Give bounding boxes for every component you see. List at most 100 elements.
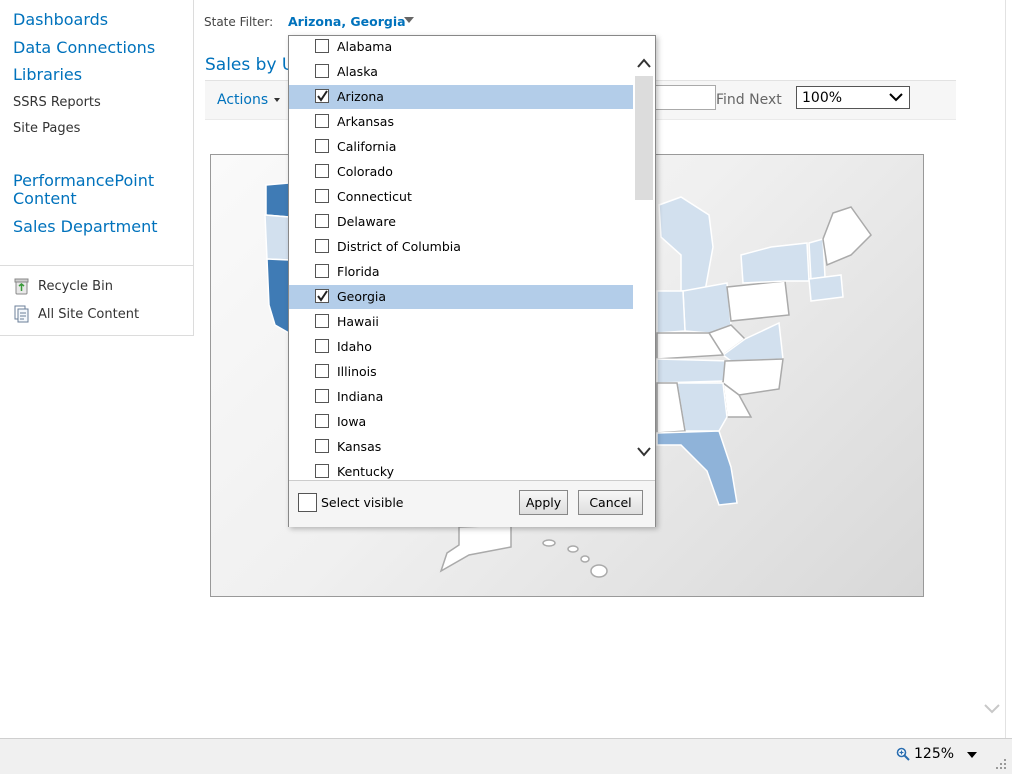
scroll-down-icon[interactable] [636, 446, 652, 458]
find-text-input[interactable] [654, 85, 716, 110]
state-option-label: Kentucky [337, 464, 395, 479]
checkbox[interactable] [315, 239, 329, 253]
checkbox[interactable] [315, 64, 329, 78]
state-option-label: Hawaii [337, 314, 379, 329]
checkbox[interactable] [315, 214, 329, 228]
checkbox[interactable] [315, 139, 329, 153]
checkbox[interactable] [315, 314, 329, 328]
state-filter-value[interactable]: Arizona, Georgia [288, 14, 406, 29]
state-option[interactable]: Florida [289, 260, 633, 284]
state-option-label: Idaho [337, 339, 372, 354]
nav-divider [0, 265, 193, 266]
nav-all-site-content[interactable]: All Site Content [13, 305, 139, 323]
nav-link-performancepoint-content[interactable]: PerformancePoint Content [13, 172, 183, 208]
zoom-magnifier-icon [896, 747, 910, 761]
state-option-label: Colorado [337, 164, 393, 179]
zoom-select[interactable]: 100% [796, 86, 910, 109]
map-region-maine [822, 206, 872, 267]
browser-status-bar: 125% [0, 738, 1012, 774]
state-option-label: California [337, 139, 397, 154]
select-visible-checkbox[interactable] [298, 493, 317, 512]
checkmark-icon [317, 290, 328, 302]
nav-link-site-pages[interactable]: Site Pages [13, 121, 80, 136]
state-option-label: Alaska [337, 64, 378, 79]
state-option-label: Florida [337, 264, 380, 279]
checkbox[interactable] [315, 414, 329, 428]
recycle-bin-icon [13, 277, 30, 295]
state-option[interactable]: Georgia [289, 285, 633, 309]
state-option[interactable]: Illinois [289, 360, 633, 384]
map-region-california [266, 258, 290, 335]
state-option-label: District of Columbia [337, 239, 461, 254]
checkbox[interactable] [315, 39, 329, 53]
zoom-level-control[interactable]: 125% [896, 746, 954, 762]
checkbox[interactable] [315, 264, 329, 278]
checkbox-checked[interactable] [315, 89, 329, 103]
checkbox[interactable] [315, 189, 329, 203]
state-option[interactable]: Connecticut [289, 185, 633, 209]
checkbox[interactable] [315, 389, 329, 403]
map-region-hawaii-2 [567, 545, 579, 553]
state-option[interactable]: Alaska [289, 60, 633, 84]
map-region-new-york [740, 242, 810, 284]
map-region-hawaii-3 [580, 555, 590, 563]
checkbox[interactable] [315, 364, 329, 378]
nav-link-sales-department[interactable]: Sales Department [13, 218, 158, 236]
state-option-label: Illinois [337, 364, 377, 379]
find-next-button[interactable]: Find Next [716, 92, 782, 108]
apply-button[interactable]: Apply [519, 490, 568, 515]
nav-link-libraries[interactable]: Libraries [13, 66, 82, 84]
page-scrollbar[interactable] [1005, 0, 1012, 738]
map-region-washington [265, 182, 290, 218]
state-option[interactable]: Kansas [289, 435, 633, 459]
state-option[interactable]: Arkansas [289, 110, 633, 134]
map-region-ohio [682, 282, 732, 334]
state-option[interactable]: Iowa [289, 410, 633, 434]
zoom-dropdown-icon[interactable] [967, 752, 977, 758]
checkbox[interactable] [315, 464, 329, 478]
state-option-label: Indiana [337, 389, 384, 404]
state-option[interactable]: Hawaii [289, 310, 633, 334]
nav-link-dashboards[interactable]: Dashboards [13, 11, 108, 29]
state-option-list: Alabama Alaska Arizona Arkansas California Co… [289, 36, 634, 480]
state-option[interactable]: Arizona [289, 85, 633, 109]
zoom-select-value: 100% [802, 90, 843, 106]
left-navigation: Dashboards Data Connections Libraries SS… [0, 0, 194, 336]
checkbox[interactable] [315, 439, 329, 453]
actions-menu[interactable]: Actions [217, 92, 281, 108]
state-filter-dropdown: Alabama Alaska Arizona Arkansas California Co… [288, 35, 656, 527]
nav-recycle-bin[interactable]: Recycle Bin [13, 277, 113, 295]
checkbox[interactable] [315, 164, 329, 178]
cancel-button[interactable]: Cancel [578, 490, 643, 515]
state-option[interactable]: Alabama [289, 36, 633, 59]
checkbox[interactable] [315, 339, 329, 353]
state-option[interactable]: District of Columbia [289, 235, 633, 259]
recycle-bin-label: Recycle Bin [38, 278, 113, 294]
page-scroll-down-icon[interactable] [983, 702, 1001, 716]
actions-label: Actions [217, 92, 269, 108]
checkbox-checked[interactable] [315, 289, 329, 303]
dropdown-scrollbar[interactable] [634, 36, 654, 480]
state-option-label: Alabama [337, 39, 393, 54]
checkbox[interactable] [315, 114, 329, 128]
select-visible-label: Select visible [321, 495, 404, 510]
state-option[interactable]: Idaho [289, 335, 633, 359]
state-filter-dropdown-icon[interactable] [404, 17, 414, 23]
map-region-tennessee [656, 358, 732, 384]
dropdown-scroll-thumb[interactable] [635, 76, 653, 200]
scroll-up-icon[interactable] [636, 57, 652, 69]
state-filter-label: State Filter: [204, 15, 274, 29]
site-content-icon [13, 305, 30, 323]
state-option-label: Iowa [337, 414, 367, 429]
nav-link-ssrs-reports[interactable]: SSRS Reports [13, 95, 101, 110]
state-option[interactable]: California [289, 135, 633, 159]
state-option[interactable]: Indiana [289, 385, 633, 409]
state-option[interactable]: Colorado [289, 160, 633, 184]
state-option[interactable]: Delaware [289, 210, 633, 234]
state-option[interactable]: Kentucky [289, 460, 633, 480]
resize-grip-icon[interactable] [995, 758, 1007, 770]
state-option-label: Arkansas [337, 114, 394, 129]
nav-link-data-connections[interactable]: Data Connections [13, 39, 155, 57]
map-region-indiana [656, 290, 686, 334]
caret-down-icon [274, 98, 281, 102]
